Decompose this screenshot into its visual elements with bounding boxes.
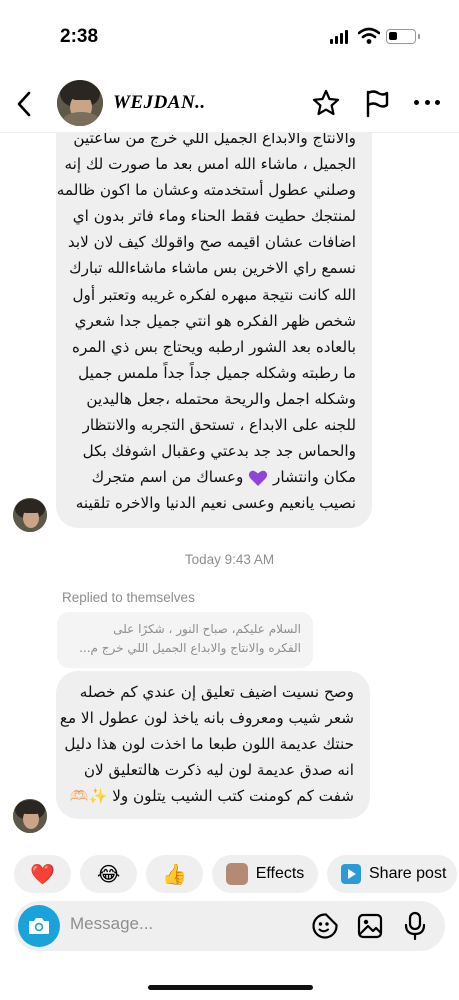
message-text: وعساك من اسم متجرك: [91, 468, 244, 487]
replied-label: Replied to themselves: [62, 590, 195, 605]
message-line: والانتاج والابداع الجميل اللي خرج من ساع…: [73, 133, 356, 147]
message-composer: [14, 901, 445, 951]
message-line: شفت كم كومنت كتب الشيب يتلون ولا ✨🫶🏻: [70, 783, 354, 809]
camera-button[interactable]: [18, 905, 60, 947]
message-input[interactable]: [70, 914, 290, 934]
quick-reaction-laugh[interactable]: 😂: [80, 855, 137, 893]
contact-name[interactable]: WEJDAN..: [113, 92, 206, 114]
reply-quote[interactable]: السلام عليكم، صباح النور ، شكرًا على الف…: [57, 612, 313, 668]
message-line: والحماس جد جد بدعتي وعقبال اشوفك بكل: [82, 442, 356, 461]
wifi-icon: [358, 27, 380, 44]
share-post-label: Share post: [369, 865, 447, 882]
cellular-signal-icon: [330, 30, 348, 44]
message-line: وشكله اجمل والريحة محتمله ،جعل هاليدين: [86, 389, 356, 408]
status-time: 2:38: [60, 26, 99, 47]
flag-icon[interactable]: [363, 88, 391, 118]
message-line: وصح نسيت اضيف تعليق إن عندي كم خصله: [79, 683, 354, 701]
message-line: وصلني عطول أستخدمته وعشان ما اكون ظالمه: [56, 181, 356, 200]
message-bubble[interactable]: والانتاج والابداع الجميل اللي خرج من ساع…: [56, 133, 372, 529]
quick-reaction-heart[interactable]: ❤️: [14, 855, 71, 893]
home-indicator[interactable]: [148, 985, 313, 990]
back-arrow-icon[interactable]: [12, 90, 36, 118]
message-line: نصيب يانعيم وعسى نعيم الدنيا والاخره تلق…: [75, 494, 356, 513]
more-options-icon[interactable]: [414, 100, 440, 106]
chat-header: WEJDAN..: [0, 76, 459, 132]
share-post-button[interactable]: Share post: [327, 855, 457, 893]
star-icon[interactable]: [311, 88, 341, 118]
quick-reaction-thumbs-up[interactable]: 👍: [146, 855, 203, 893]
message-line: لمنتجك حطيت فقط الحناء وماء فاتر بدون اي: [72, 207, 356, 226]
reply-quote-line: السلام عليكم، صباح النور ، شكرًا على: [113, 622, 301, 636]
battery-icon: [386, 29, 420, 44]
message-text: مكان وانتشار: [272, 468, 356, 487]
sender-avatar[interactable]: [13, 799, 47, 833]
message-line: شعر شيب ومعروف بانه ياخذ لون عطول الا مع: [59, 709, 354, 728]
effects-label: Effects: [255, 865, 305, 882]
camera-icon: [29, 918, 49, 934]
quick-reactions-row: ❤️ 😂 👍 Effects Share post: [14, 855, 459, 893]
effects-thumbnail-icon: [225, 863, 248, 885]
message-line: ما رطبته وشكله جميل جداً جداً ملمس جميل: [78, 363, 356, 382]
message-timestamp: Today 9:43 AM: [184, 552, 275, 567]
sender-avatar[interactable]: [13, 498, 47, 532]
gallery-icon[interactable]: [356, 912, 384, 940]
share-post-icon: [341, 864, 361, 884]
message-line: للجنه على الابداع ، تستحق التجربه والانت…: [82, 416, 356, 435]
message-line: اضافات عشان اقيمه صح واقولك كيف لان لابد: [67, 233, 356, 252]
message-line: مكان وانتشار وعساك من اسم متجرك: [70, 464, 356, 490]
reply-quote-line: الفكره والانتاج والابداع الجميل اللي خرج…: [79, 641, 301, 655]
message-line: شخص ظهر الفكره هو انتي جميل جدا شعري: [74, 311, 356, 330]
contact-avatar[interactable]: [57, 80, 103, 126]
message-thread[interactable]: والانتاج والابداع الجميل اللي خرج من ساع…: [0, 133, 459, 848]
message-line: انه صدق عديمة لون ليه ذكرت هالتعليق لان: [83, 761, 354, 780]
message-line: نسمع راي الاخرين بس ماشاء ماشاءالله تبار…: [69, 259, 356, 278]
sticker-icon[interactable]: [311, 912, 339, 940]
effects-button[interactable]: Effects: [212, 855, 318, 893]
purple-heart-icon: [249, 470, 268, 486]
message-line: بالعاده بعد الشور ارطبه ويحتاج بس ذي الم…: [71, 337, 356, 356]
message-line: الجميل ، ماشاء الله امس بعد ما صورت لك إ…: [64, 155, 356, 174]
message-text: شفت كم كومنت كتب الشيب يتلون ولا: [112, 787, 354, 806]
message-line: الله كانت نتيجة مبهره لفكره غريبه وتعتبر…: [72, 285, 356, 304]
status-bar: 2:38: [0, 0, 459, 70]
sparkle-emoji-icon: ✨🫶🏻: [69, 787, 108, 806]
message-bubble[interactable]: وصح نسيت اضيف تعليق إن عندي كم خصله شعر …: [56, 671, 370, 820]
microphone-icon[interactable]: [404, 911, 426, 941]
message-line: حنتك عديمة اللون طبعا ما اخذت لون هذا دل…: [64, 735, 354, 754]
